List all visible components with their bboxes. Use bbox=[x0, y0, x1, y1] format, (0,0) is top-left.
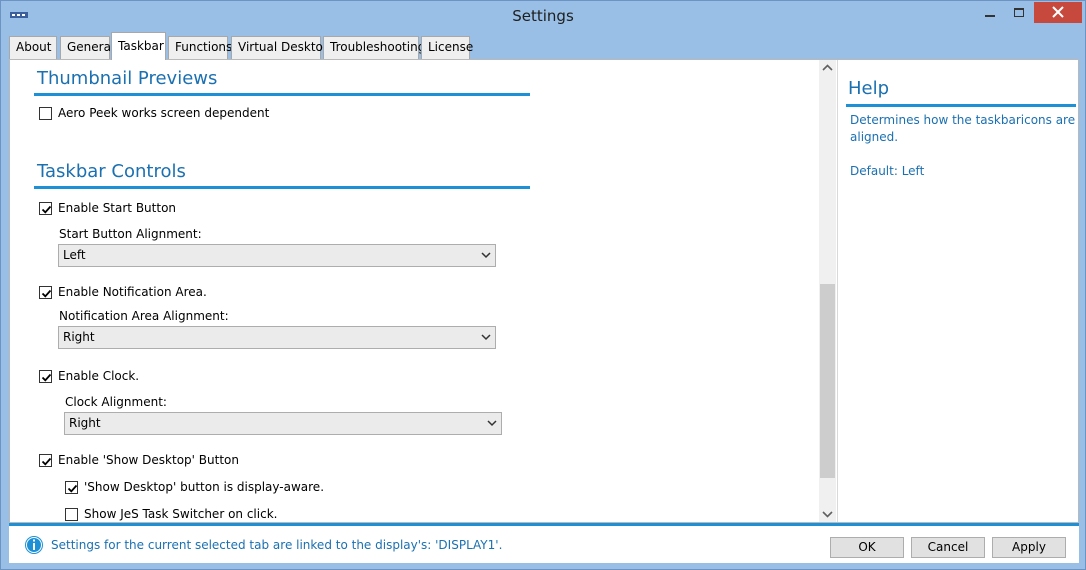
maximize-button[interactable] bbox=[1005, 2, 1032, 23]
start-alignment-label: Start Button Alignment: bbox=[59, 227, 202, 241]
check-icon bbox=[41, 457, 52, 466]
title-bar[interactable]: Settings bbox=[1, 1, 1085, 32]
tab-troubleshooting[interactable]: Troubleshooting bbox=[323, 36, 425, 59]
clock-label: Enable Clock. bbox=[58, 369, 140, 383]
help-default: Default: Left bbox=[850, 164, 925, 178]
notification-area-checkbox[interactable] bbox=[39, 286, 52, 299]
tab-about[interactable]: About bbox=[9, 36, 57, 59]
show-desktop-label: Enable 'Show Desktop' Button bbox=[58, 453, 239, 467]
cancel-button[interactable]: Cancel bbox=[911, 537, 985, 558]
aero-peek-label: Aero Peek works screen dependent bbox=[58, 106, 270, 120]
info-icon bbox=[25, 536, 43, 554]
task-switcher-label: Show JeS Task Switcher on click. bbox=[84, 507, 278, 521]
help-divider-line bbox=[846, 104, 1076, 107]
start-alignment-value: Left bbox=[63, 248, 86, 262]
apply-button[interactable]: Apply bbox=[992, 537, 1066, 558]
clock-alignment-label: Clock Alignment: bbox=[65, 395, 167, 409]
notification-alignment-value: Right bbox=[63, 330, 95, 344]
settings-window: Settings About General Taskbar Functions… bbox=[0, 0, 1086, 570]
ok-button[interactable]: OK bbox=[830, 537, 904, 558]
scroll-content: Thumbnail Previews Aero Peek works scree… bbox=[10, 60, 818, 522]
notification-alignment-select[interactable]: Right bbox=[58, 326, 496, 349]
help-panel-divider bbox=[837, 60, 838, 522]
clock-alignment-value: Right bbox=[69, 416, 101, 430]
task-switcher-checkbox[interactable] bbox=[65, 508, 78, 521]
vertical-scrollbar[interactable] bbox=[819, 60, 836, 522]
check-icon bbox=[41, 373, 52, 382]
help-text: Determines how the taskbaricons are alig… bbox=[850, 113, 1076, 144]
start-button-checkbox[interactable] bbox=[39, 202, 52, 215]
chevron-down-icon bbox=[481, 252, 491, 259]
start-alignment-select[interactable]: Left bbox=[58, 244, 496, 267]
section-divider bbox=[34, 186, 530, 189]
settings-panel: Thumbnail Previews Aero Peek works scree… bbox=[9, 59, 1079, 523]
maximize-icon bbox=[1013, 8, 1024, 17]
section-divider bbox=[34, 93, 530, 96]
help-heading: Help bbox=[848, 78, 890, 99]
display-aware-label: 'Show Desktop' button is display-aware. bbox=[84, 480, 325, 494]
footer-bar: Settings for the current selected tab ar… bbox=[9, 523, 1079, 563]
check-icon bbox=[67, 484, 78, 493]
thumbnail-previews-heading: Thumbnail Previews bbox=[37, 68, 218, 89]
tab-functions[interactable]: Functions bbox=[168, 36, 232, 59]
check-icon bbox=[41, 289, 52, 298]
start-button-label: Enable Start Button bbox=[58, 201, 177, 215]
clock-alignment-select[interactable]: Right bbox=[64, 412, 502, 435]
chevron-down-icon bbox=[481, 334, 491, 341]
notification-alignment-label: Notification Area Alignment: bbox=[59, 309, 229, 323]
close-button[interactable] bbox=[1034, 2, 1082, 23]
scrollbar-thumb[interactable] bbox=[820, 284, 835, 478]
minimize-icon bbox=[984, 15, 995, 17]
chevron-down-icon bbox=[487, 420, 497, 427]
tab-general[interactable]: General bbox=[60, 36, 114, 59]
close-icon bbox=[1052, 6, 1064, 18]
window-title: Settings bbox=[512, 7, 574, 25]
scroll-up-icon[interactable] bbox=[819, 60, 836, 77]
minimize-button[interactable] bbox=[976, 2, 1003, 23]
show-desktop-checkbox[interactable] bbox=[39, 454, 52, 467]
taskbar-controls-heading: Taskbar Controls bbox=[37, 161, 186, 182]
tab-taskbar[interactable]: Taskbar bbox=[111, 32, 166, 60]
scroll-down-icon[interactable] bbox=[819, 505, 836, 522]
display-link-info: Settings for the current selected tab ar… bbox=[51, 538, 503, 552]
tab-license[interactable]: License bbox=[421, 36, 473, 59]
aero-peek-checkbox[interactable] bbox=[39, 107, 52, 120]
notification-area-label: Enable Notification Area. bbox=[58, 285, 207, 299]
clock-checkbox[interactable] bbox=[39, 370, 52, 383]
tab-virtual-desktop[interactable]: Virtual Desktop bbox=[231, 36, 331, 59]
display-aware-checkbox[interactable] bbox=[65, 481, 78, 494]
check-icon bbox=[41, 205, 52, 214]
